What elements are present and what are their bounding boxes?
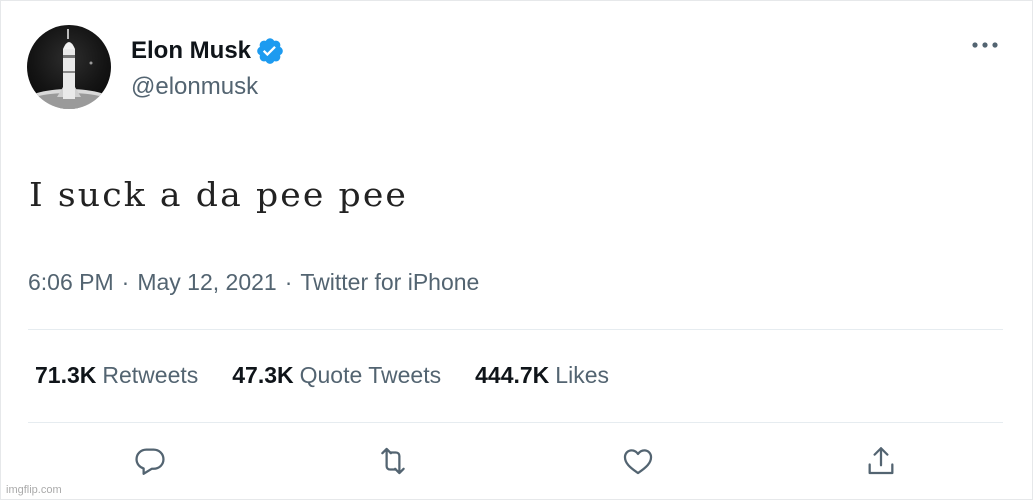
tweet-time[interactable]: 6:06 PM bbox=[28, 269, 114, 296]
meta-separator: · bbox=[284, 269, 293, 295]
share-button[interactable] bbox=[861, 441, 901, 481]
retweets-stat[interactable]: 71.3K Retweets bbox=[35, 362, 198, 389]
name-row: Elon Musk bbox=[131, 34, 285, 68]
tweet-meta: 6:06 PM · May 12, 2021 · Twitter for iPh… bbox=[28, 269, 479, 296]
more-icon bbox=[972, 42, 998, 48]
tweet-card: Elon Musk @elonmusk I suck a da pee pee … bbox=[0, 0, 1033, 500]
tweet-header: Elon Musk @elonmusk bbox=[27, 23, 285, 111]
retweet-button[interactable] bbox=[373, 441, 413, 481]
verified-badge-icon bbox=[255, 36, 285, 66]
tweet-stats: 71.3K Retweets 47.3K Quote Tweets 444.7K… bbox=[35, 362, 643, 389]
heart-icon bbox=[623, 449, 653, 475]
divider bbox=[28, 422, 1003, 423]
more-options-button[interactable] bbox=[970, 33, 1000, 57]
retweets-count: 71.3K bbox=[35, 362, 97, 388]
likes-count: 444.7K bbox=[475, 362, 550, 388]
quote-tweets-label: Quote Tweets bbox=[299, 362, 442, 388]
reply-button[interactable] bbox=[130, 441, 170, 481]
reply-icon bbox=[135, 448, 165, 475]
handle[interactable]: @elonmusk bbox=[131, 73, 285, 101]
retweet-icon bbox=[381, 447, 405, 475]
retweets-label: Retweets bbox=[102, 362, 199, 388]
like-button[interactable] bbox=[618, 441, 658, 481]
meta-separator: · bbox=[121, 269, 130, 295]
likes-label: Likes bbox=[555, 362, 609, 388]
quote-tweets-stat[interactable]: 47.3K Quote Tweets bbox=[232, 362, 441, 389]
divider bbox=[28, 329, 1003, 330]
share-icon bbox=[868, 447, 894, 475]
watermark: imgflip.com bbox=[6, 484, 62, 496]
tweet-source[interactable]: Twitter for iPhone bbox=[300, 269, 479, 296]
tweet-date[interactable]: May 12, 2021 bbox=[137, 269, 276, 296]
avatar[interactable] bbox=[27, 25, 111, 109]
rocket-avatar-icon bbox=[27, 29, 111, 109]
likes-stat[interactable]: 444.7K Likes bbox=[475, 362, 609, 389]
tweet-actions bbox=[1, 441, 1033, 489]
quote-tweets-count: 47.3K bbox=[232, 362, 294, 388]
display-name[interactable]: Elon Musk bbox=[131, 37, 251, 65]
author-names: Elon Musk @elonmusk bbox=[131, 34, 285, 101]
tweet-text: I suck a da pee pee bbox=[29, 175, 409, 214]
